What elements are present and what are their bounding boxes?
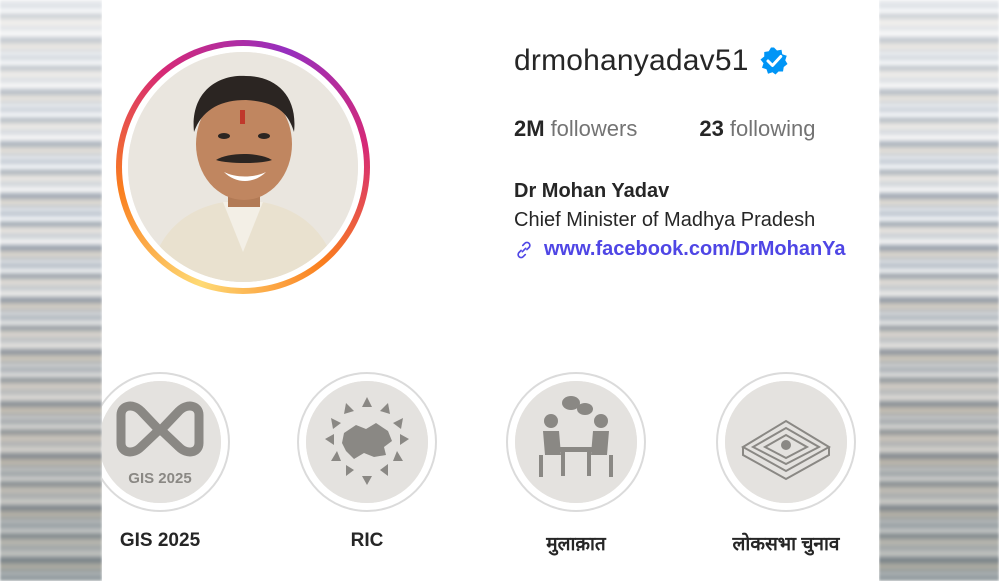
following-stat[interactable]: 23 following: [699, 116, 815, 142]
followers-count: 2M: [514, 116, 545, 141]
avatar: [128, 52, 358, 282]
profile-link-text[interactable]: www.facebook.com/DrMohanYa: [544, 238, 846, 261]
background-left-blur: [0, 0, 102, 581]
link-icon: [517, 241, 531, 258]
followers-stat[interactable]: 2M followers: [514, 116, 637, 142]
username[interactable]: drmohanyadav51: [514, 44, 749, 78]
following-label: following: [729, 116, 816, 141]
username-row: drmohanyadav51: [514, 44, 789, 78]
followers-label: followers: [550, 116, 638, 141]
profile-avatar-story-ring[interactable]: [116, 40, 370, 294]
profile-link[interactable]: www.facebook.com/DrMohanYa: [514, 238, 846, 261]
highlight-label: लोकसभा चुनाव: [732, 534, 840, 555]
verified-badge-icon: [760, 47, 788, 75]
highlight-cover: [725, 381, 847, 503]
highlight-cover: [515, 381, 637, 503]
profile-full-name: Dr Mohan Yadav: [514, 180, 670, 202]
following-count: 23: [699, 116, 724, 141]
highlight-cover: [306, 381, 428, 503]
highlight-label: GIS 2025: [119, 530, 201, 551]
highlight-cover: GIS 2025: [102, 381, 221, 503]
highlight-label: RIC: [350, 530, 384, 551]
profile-bio: Chief Minister of Madhya Pradesh: [514, 209, 816, 231]
profile-panel: drmohanyadav51 2M followers 23 following D…: [102, 0, 879, 581]
profile-stats: 2M followers 23 following: [514, 116, 877, 142]
background-right-blur: [879, 0, 999, 581]
highlight-cover-text: GIS 2025: [128, 470, 191, 487]
highlight-label: मुलाक़ात: [546, 534, 606, 555]
